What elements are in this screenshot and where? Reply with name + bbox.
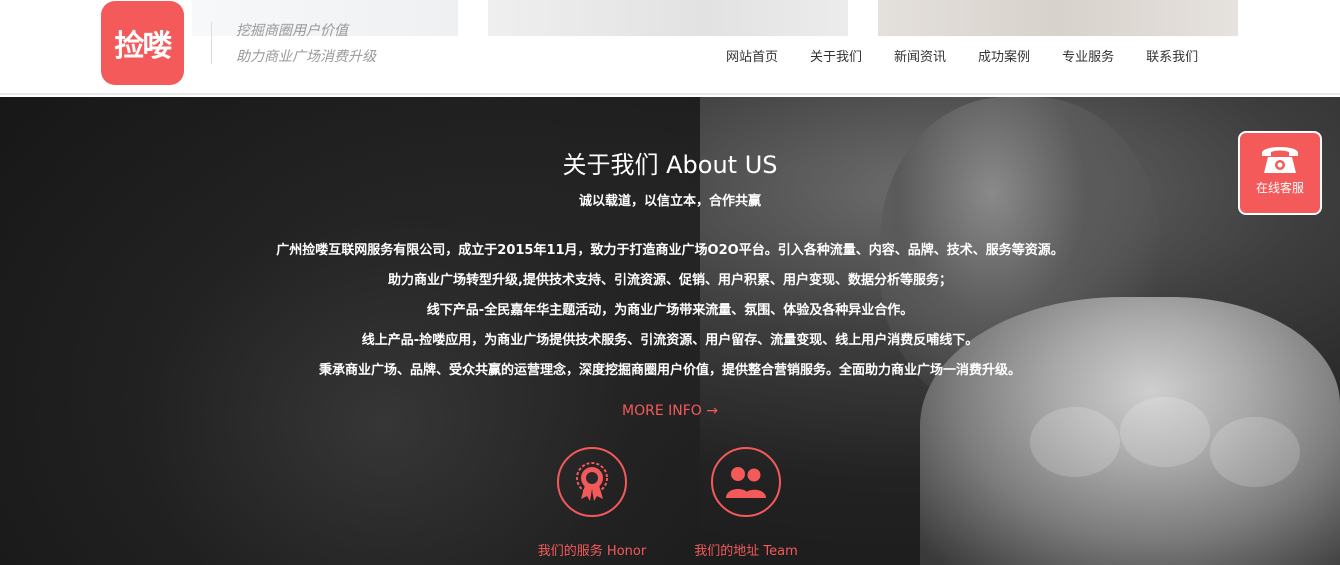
section-subtitle: 诚以载道，以信立本，合作共赢 (578, 194, 761, 209)
site-logo[interactable]: 捡喽 (101, 1, 184, 85)
team-icon (726, 467, 766, 498)
nav-item-home[interactable]: 网站首页 (726, 46, 778, 65)
logo-text: 捡喽 (114, 29, 173, 64)
site-header: 捡喽 挖掘商圈用户价值 助力商业广场消费升级 网站首页 关于我们 新闻资讯 成功… (0, 0, 1340, 95)
nav-item-about[interactable]: 关于我们 (810, 46, 862, 65)
honor-label[interactable]: 我们的服务 Honor (512, 540, 672, 559)
slogan-line-1: 挖掘商圈用户价值 (236, 23, 348, 39)
about-paragraph: 助力商业广场转型升级,提供技术支持、引流资源、促销、用户积累、用户变现、数据分析… (388, 273, 952, 288)
slogan-line-2: 助力商业广场消费升级 (236, 49, 376, 65)
header-divider (211, 22, 212, 64)
hero-background-detail (1210, 417, 1300, 487)
online-service-button[interactable]: 在线客服 (1238, 131, 1322, 215)
nav-item-cases[interactable]: 成功案例 (978, 46, 1030, 65)
header-banner-image (488, 0, 848, 36)
main-nav: 网站首页 关于我们 新闻资讯 成功案例 专业服务 联系我们 (710, 46, 1214, 65)
about-paragraph: 线下产品-全民嘉年华主题活动，为商业广场带来流量、氛围、体验及各种异业合作。 (426, 303, 914, 318)
medal-icon (576, 462, 608, 501)
section-title: 关于我们 About US (562, 151, 778, 179)
more-info-link[interactable]: MORE INFO → (0, 403, 1340, 419)
page: 捡喽 挖掘商圈用户价值 助力商业广场消费升级 网站首页 关于我们 新闻资讯 成功… (0, 0, 1340, 565)
nav-item-services[interactable]: 专业服务 (1062, 46, 1114, 65)
header-banner-image (878, 0, 1238, 36)
about-paragraph: 广州捡喽互联网服务有限公司，成立于2015年11月，致力于打造商业广场O2O平台… (276, 243, 1064, 258)
phone-icon (1262, 147, 1298, 173)
about-section: 关于我们 About US 诚以载道，以信立本，合作共赢 广州捡喽互联网服务有限… (0, 97, 1340, 565)
nav-item-contact[interactable]: 联系我们 (1146, 46, 1198, 65)
about-paragraph: 线上产品-捡喽应用，为商业广场提供技术服务、引流资源、用户留存、流量变现、线上用… (361, 333, 979, 348)
honor-button[interactable] (557, 447, 627, 517)
nav-item-news[interactable]: 新闻资讯 (894, 46, 946, 65)
team-button[interactable] (711, 447, 781, 517)
team-label[interactable]: 我们的地址 Team (666, 540, 826, 559)
online-service-label: 在线客服 (1255, 181, 1304, 195)
about-paragraph: 秉承商业广场、品牌、受众共赢的运营理念，深度挖掘商圈用户价值，提供整合营销服务。… (318, 363, 1021, 378)
